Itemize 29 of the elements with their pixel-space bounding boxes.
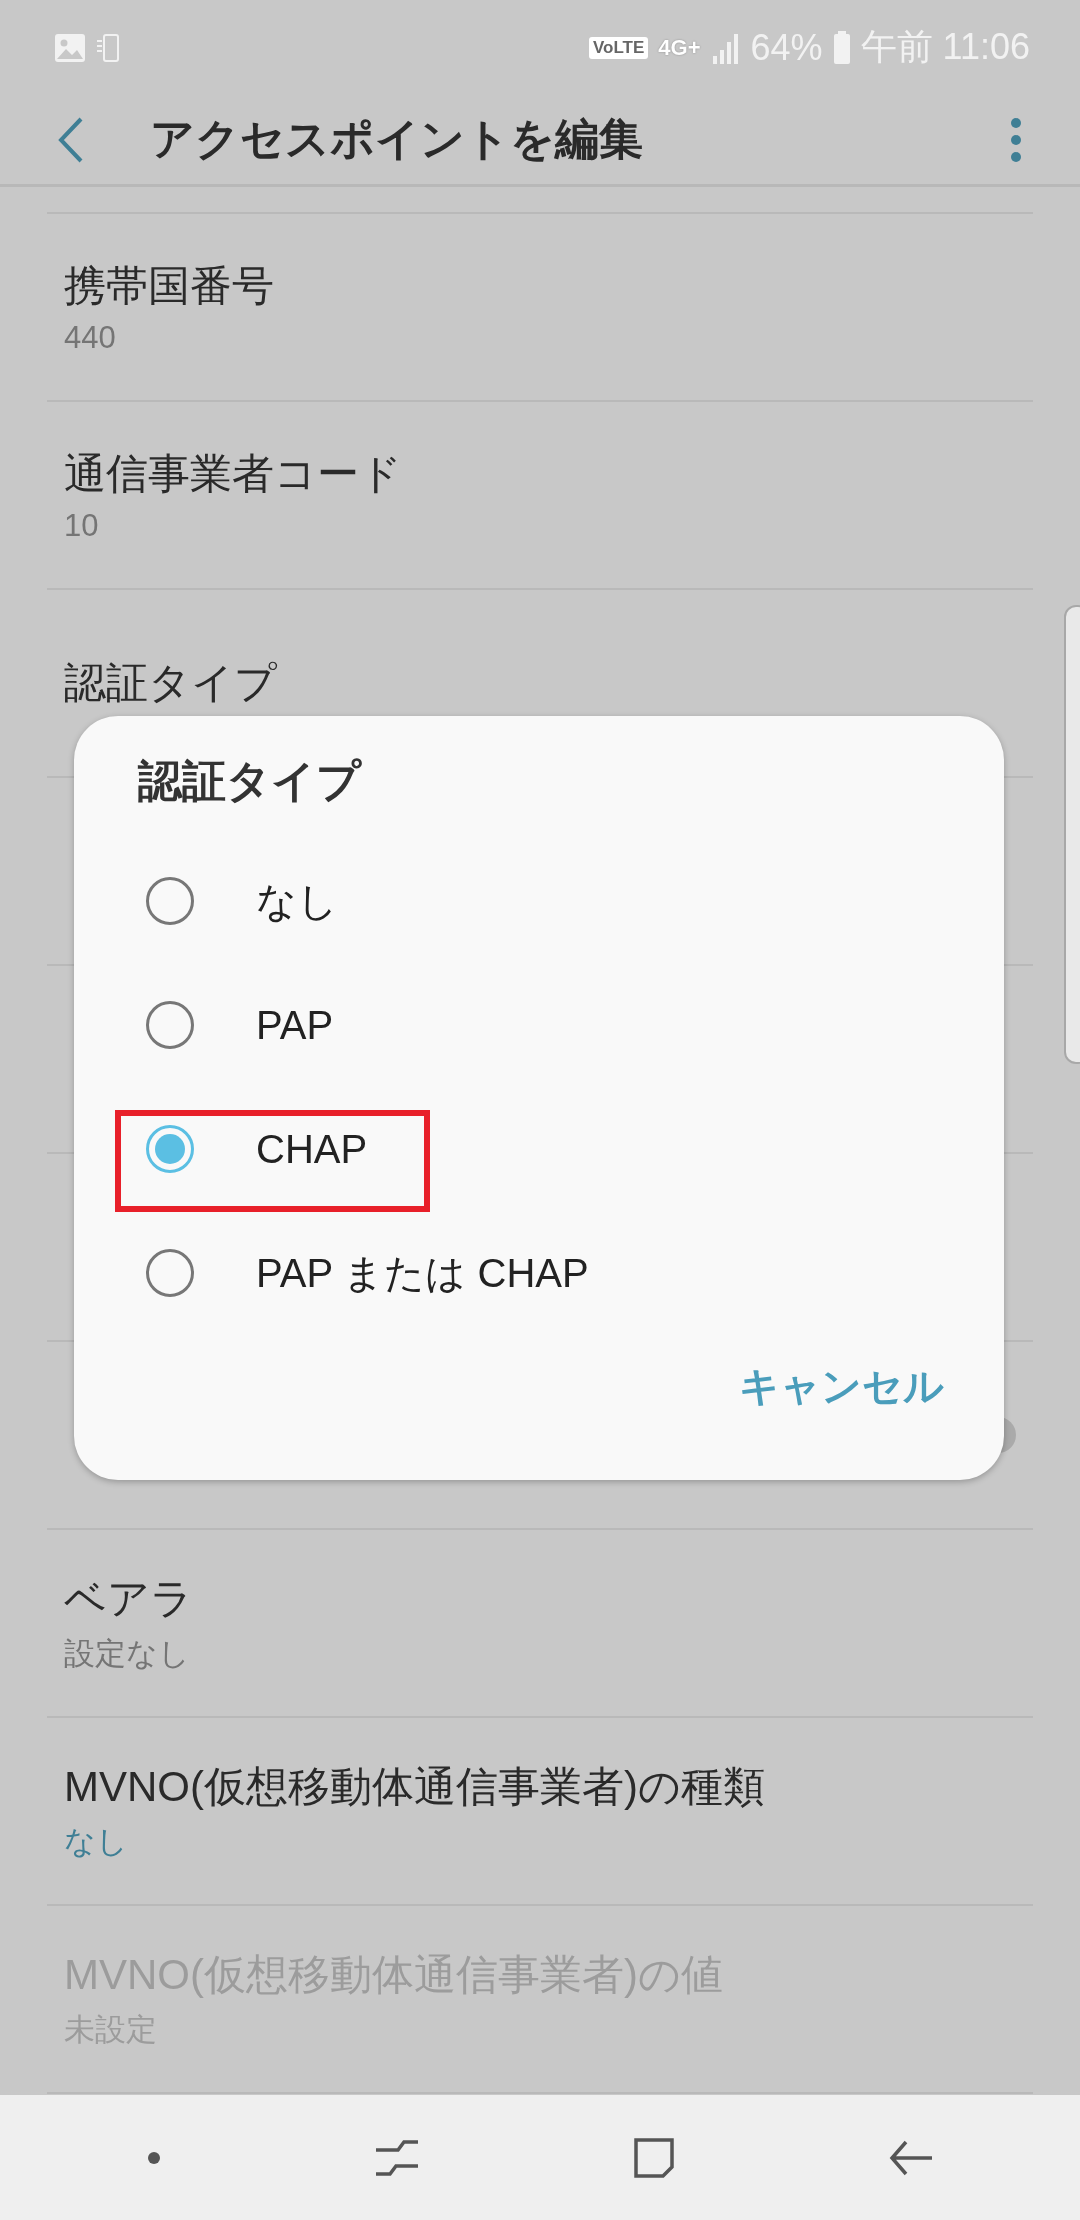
option-label[interactable]: PAP または CHAP	[256, 1245, 589, 1301]
dot-icon[interactable]	[146, 2150, 161, 2165]
radio-button[interactable]	[146, 1125, 194, 1173]
setting-value: なし	[64, 1823, 129, 1861]
home-icon[interactable]	[632, 2136, 675, 2179]
option-label[interactable]: PAP	[256, 1002, 334, 1048]
setting-title[interactable]: 認証タイプ	[64, 655, 1016, 711]
recent-apps-icon[interactable]	[373, 2137, 420, 2178]
back-icon[interactable]	[58, 116, 84, 163]
option-label[interactable]: CHAP	[256, 1126, 368, 1172]
radio-button[interactable]	[146, 877, 194, 925]
gallery-icon	[54, 32, 86, 63]
more-icon[interactable]	[1010, 116, 1022, 163]
battery-icon	[832, 30, 851, 65]
setting-value: 440	[64, 320, 117, 356]
screen-title: アクセスポイントを編集	[150, 113, 644, 165]
setting-title[interactable]: 通信事業者コード	[64, 446, 1016, 502]
signal-icon	[710, 31, 741, 64]
radio-button[interactable]	[146, 1249, 194, 1297]
setting-title[interactable]: ベアラ	[64, 1571, 1016, 1627]
dialog-title: 認証タイプ	[138, 755, 363, 807]
setting-title[interactable]: 携帯国番号	[64, 258, 1016, 314]
setting-value: 設定なし	[64, 1635, 191, 1673]
option-label[interactable]: なし	[256, 873, 338, 929]
setting-title[interactable]: MVNO(仮想移動体通信事業者)の種類	[64, 1759, 1016, 1815]
phone-icon	[96, 32, 120, 63]
volte-label: VoLTE	[589, 36, 649, 59]
setting-value: 10	[64, 508, 100, 544]
radio-button[interactable]	[146, 1001, 194, 1049]
